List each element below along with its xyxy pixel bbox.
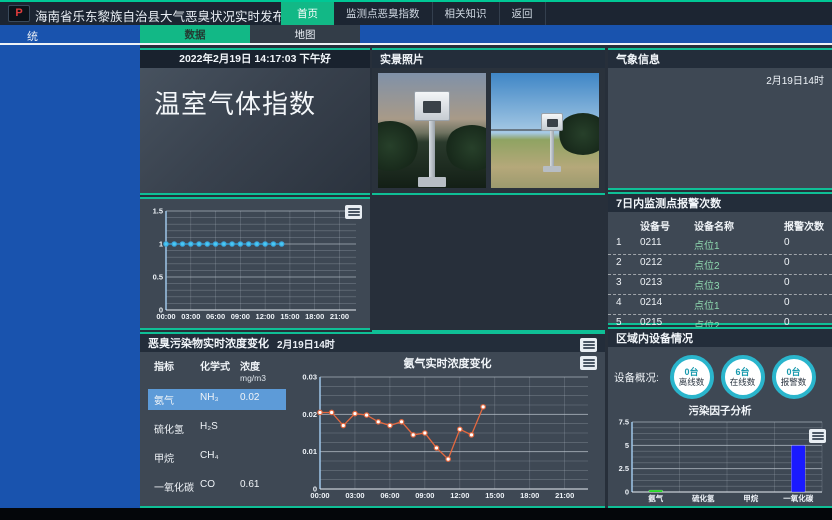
- svg-text:2.5: 2.5: [619, 464, 629, 473]
- svg-text:7.5: 7.5: [619, 418, 629, 427]
- site-photo-2: [491, 73, 599, 188]
- nav-item-odor-index[interactable]: 监测点恶臭指数: [334, 2, 433, 25]
- alarm-table-row: 30213点位30: [608, 275, 832, 295]
- factor-chart-title: 污染因子分析: [608, 401, 832, 418]
- nav-item-back[interactable]: 返回: [500, 2, 546, 25]
- pollution-factor-chart: 0 2.5 5 7.5 氨气 硫化氢 甲烷 一氧化碳: [608, 418, 832, 511]
- alarm-count-badge: 0台 报警数: [772, 355, 816, 399]
- bottom-bar: [0, 508, 832, 520]
- nh3-realtime-chart: 00.010.020.0300:0003:0006:0009:0012:0015…: [290, 371, 605, 510]
- odor-indicator-table: 指标 化学式 浓度 mg/m3 氨气NH₃0.02 硫化氢H₂S 甲烷CH₄ 一氧化碳…: [140, 352, 290, 506]
- svg-text:15:00: 15:00: [280, 312, 299, 321]
- device-overview-label: 设备概况:: [614, 370, 666, 385]
- svg-text:00:00: 00:00: [310, 491, 329, 500]
- main-nav: 首页 监测点恶臭指数 相关知识 返回: [281, 2, 546, 25]
- svg-text:0.5: 0.5: [153, 273, 163, 282]
- weather-time: 2月19日14时: [766, 72, 824, 87]
- index-trend-chart-panel: 00.511.500:0003:0006:0009:0012:0015:0018…: [140, 197, 370, 330]
- weather-info-panel: 气象信息 2月19日14时: [608, 48, 832, 190]
- svg-text:18:00: 18:00: [305, 312, 324, 321]
- weather-panel-title: 气象信息: [616, 51, 660, 67]
- nav-item-knowledge[interactable]: 相关知识: [433, 2, 500, 25]
- datetime-banner: 2022年2月19日 14:17:03 下午好: [140, 50, 370, 68]
- monitor-base: [543, 166, 561, 172]
- svg-text:0: 0: [625, 488, 629, 497]
- svg-text:15:00: 15:00: [485, 491, 504, 500]
- svg-text:18:00: 18:00: [520, 491, 539, 500]
- device-panel-title: 区域内设备情况: [616, 330, 693, 346]
- sub-header-row: 统 数据 地图: [0, 25, 832, 45]
- nh3-chart-area: 氨气实时浓度变化 00.010.020.0300:0003:0006:0009:…: [290, 352, 605, 506]
- svg-text:5: 5: [625, 441, 629, 450]
- svg-text:03:00: 03:00: [345, 491, 364, 500]
- index-trend-chart: 00.511.500:0003:0006:0009:0012:0015:0018…: [140, 199, 370, 331]
- app-title-wrapped-char: 统: [27, 28, 38, 44]
- odor-table-row[interactable]: 甲烷CH₄: [148, 447, 286, 468]
- chart-toolbox-icon[interactable]: [345, 205, 362, 219]
- alarm-table-row: 40214点位10: [608, 295, 832, 315]
- left-sidebar: [0, 45, 140, 508]
- chart-toolbox-icon[interactable]: [580, 356, 597, 370]
- dashboard-root: P 海南省乐东黎族自治县大气恶臭状况实时发布系 首页 监测点恶臭指数 相关知识 …: [0, 0, 832, 520]
- alarm-table-row: 20212点位20: [608, 255, 832, 275]
- odor-table-header: 指标 化学式 浓度: [140, 356, 290, 373]
- greenhouse-index-title: 温室气体指数: [140, 68, 370, 121]
- odor-panel-time: 2月19日14时: [277, 336, 335, 351]
- alarm-panel-title: 7日内监测点报警次数: [616, 195, 721, 211]
- svg-text:12:00: 12:00: [450, 491, 469, 500]
- svg-text:06:00: 06:00: [380, 491, 399, 500]
- chart-toolbox-icon[interactable]: [809, 429, 826, 443]
- odor-table-row[interactable]: 氨气NH₃0.02: [148, 389, 286, 410]
- svg-text:09:00: 09:00: [415, 491, 434, 500]
- svg-text:0.03: 0.03: [302, 373, 317, 382]
- device-overview: 设备概况: 0台 离线数 6台 在线数 0台 报警数: [608, 347, 832, 401]
- odor-table-row[interactable]: 一氧化碳CO0.61: [148, 476, 286, 497]
- odor-realtime-panel: 恶臭污染物实时浓度变化 2月19日14时 指标 化学式 浓度 mg/m3 氨气N…: [140, 332, 605, 508]
- device-status-panel: 区域内设备情况 设备概况: 0台 离线数 6台 在线数 0台 报警数: [608, 327, 832, 508]
- nh3-chart-title: 氨气实时浓度变化: [290, 352, 605, 371]
- site-photo-1: [378, 73, 486, 188]
- monitor-base: [418, 177, 446, 187]
- svg-text:21:00: 21:00: [330, 312, 349, 321]
- svg-text:硫化氢: 硫化氢: [692, 493, 715, 503]
- alarm-table-row: 10211点位10: [608, 235, 832, 255]
- online-count-badge: 6台 在线数: [721, 355, 765, 399]
- tab-map[interactable]: 地图: [250, 25, 360, 43]
- chart-toolbox-icon[interactable]: [580, 338, 597, 352]
- svg-text:1.5: 1.5: [153, 207, 163, 216]
- alarm-count-panel: 7日内监测点报警次数 设备号 设备名称 报警次数 10211点位1020212点…: [608, 192, 832, 325]
- monitor-pole: [550, 131, 554, 167]
- nav-item-home[interactable]: 首页: [281, 2, 334, 25]
- odor-unit-label: mg/m3: [140, 373, 290, 385]
- svg-text:0.01: 0.01: [302, 447, 317, 456]
- tab-data[interactable]: 数据: [140, 25, 250, 43]
- monitor-cabinet-icon: [414, 91, 450, 121]
- app-title: 海南省乐东黎族自治县大气恶臭状况实时发布系: [35, 6, 298, 25]
- alarm-table-header: 设备号 设备名称 报警次数: [608, 212, 832, 235]
- greenhouse-index-panel: 2022年2月19日 14:17:03 下午好 温室气体指数: [140, 48, 370, 195]
- app-logo-icon: P: [8, 5, 30, 22]
- svg-text:03:00: 03:00: [181, 312, 200, 321]
- svg-text:0.02: 0.02: [302, 410, 317, 419]
- app-header: P 海南省乐东黎族自治县大气恶臭状况实时发布系 首页 监测点恶臭指数 相关知识 …: [0, 2, 832, 25]
- greenhouse-panel-body: 温室气体指数: [140, 68, 370, 193]
- odor-panel-title: 恶臭污染物实时浓度变化: [148, 335, 269, 351]
- site-photos-panel: 实景照片: [372, 48, 605, 195]
- view-tabs: 数据 地图: [140, 25, 360, 43]
- svg-text:甲烷: 甲烷: [743, 493, 758, 503]
- monitor-pole: [429, 121, 435, 179]
- svg-text:09:00: 09:00: [231, 312, 250, 321]
- svg-text:氨气: 氨气: [648, 493, 663, 503]
- svg-text:一氧化碳: 一氧化碳: [783, 493, 813, 503]
- svg-text:06:00: 06:00: [206, 312, 225, 321]
- svg-text:21:00: 21:00: [555, 491, 574, 500]
- svg-text:1: 1: [159, 240, 163, 249]
- monitor-cabinet-icon: [541, 113, 563, 131]
- main-content: 2022年2月19日 14:17:03 下午好 温室气体指数 实景照片: [140, 45, 832, 508]
- photos-panel-title: 实景照片: [380, 51, 424, 67]
- offline-count-badge: 0台 离线数: [670, 355, 714, 399]
- odor-table-row[interactable]: 硫化氢H₂S: [148, 418, 286, 439]
- svg-text:12:00: 12:00: [256, 312, 275, 321]
- svg-text:00:00: 00:00: [156, 312, 175, 321]
